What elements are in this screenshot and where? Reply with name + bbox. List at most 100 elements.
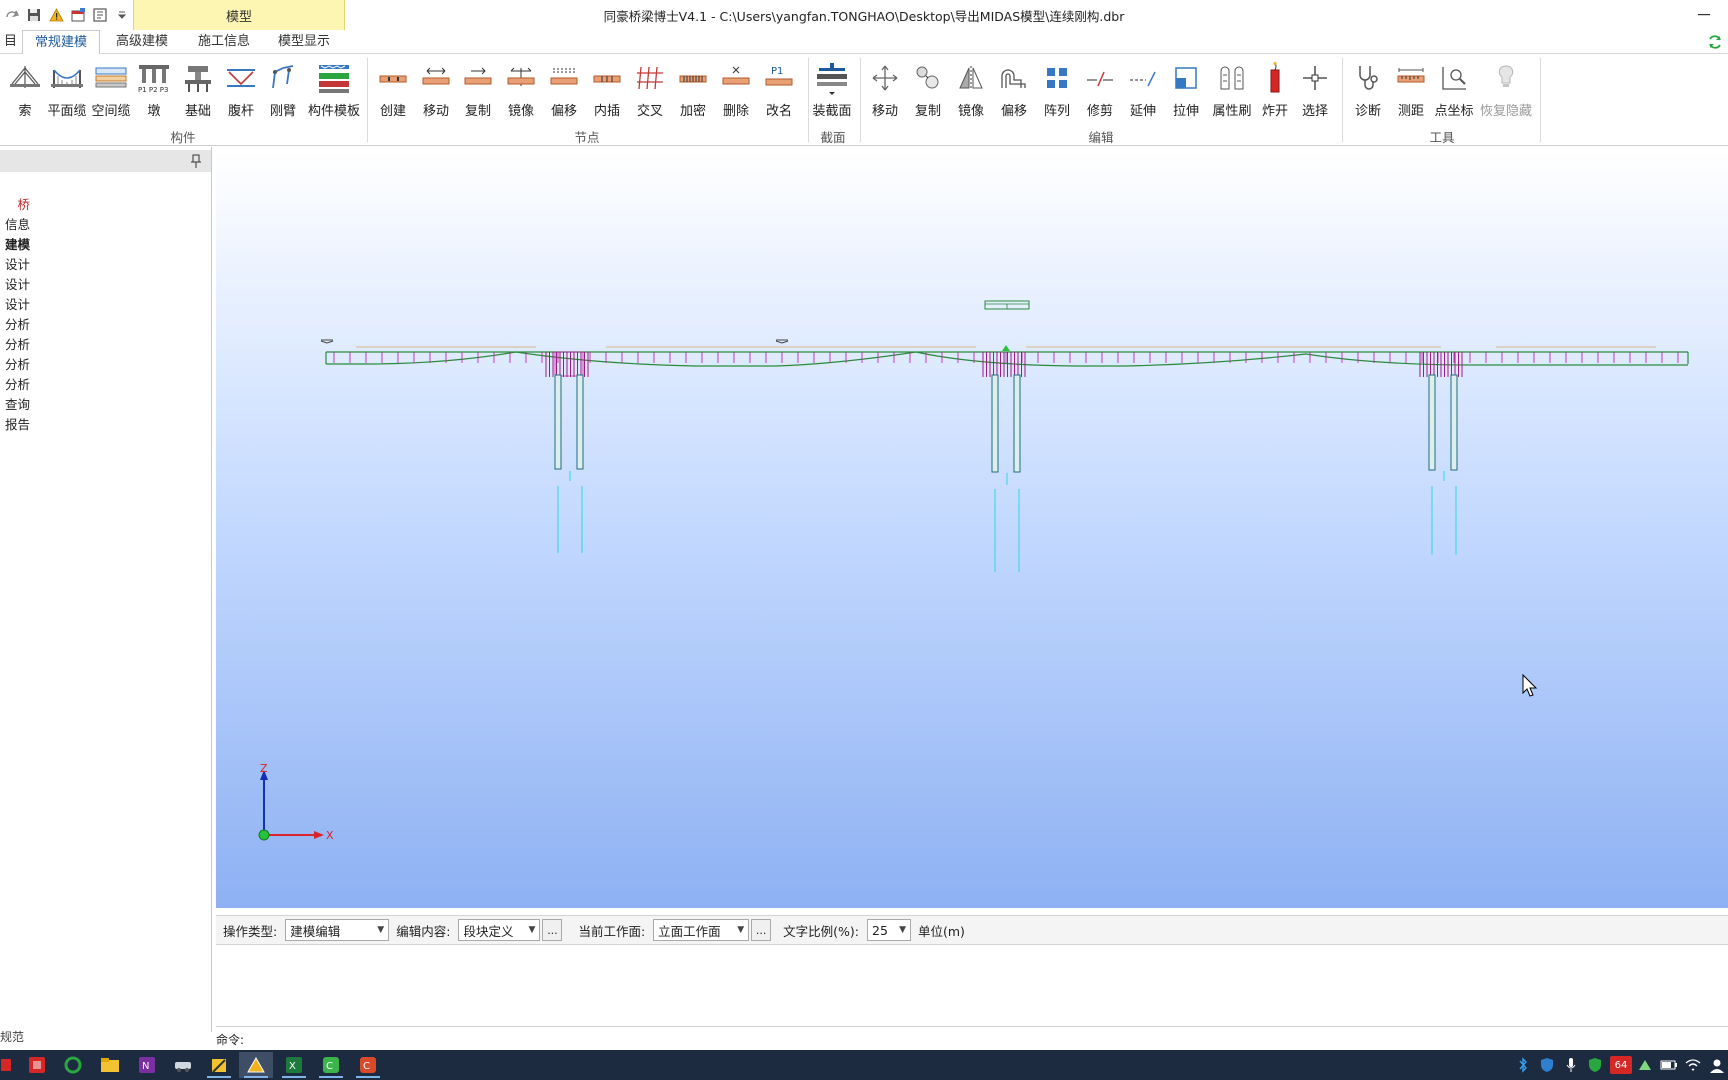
workplane-select[interactable]: 立面工作面 ▼ xyxy=(653,919,750,941)
cable-button[interactable]: 索 xyxy=(8,58,42,122)
redo-icon[interactable] xyxy=(4,7,20,23)
tree-item-analysis-4[interactable]: 分析 xyxy=(0,375,30,395)
edit-content-select[interactable]: 段块定义 ▼ xyxy=(458,919,541,941)
node-interpolate-button[interactable]: 内插 xyxy=(590,58,624,122)
excel-icon[interactable]: X xyxy=(277,1052,311,1078)
window-layout-icon[interactable] xyxy=(70,7,86,23)
tray-badge[interactable]: 64 xyxy=(1610,1056,1632,1074)
battery-icon[interactable] xyxy=(1660,1056,1678,1074)
pier-button[interactable]: P1 P2 P3 墩 xyxy=(137,58,171,122)
edit-array-button[interactable]: 阵列 xyxy=(1040,58,1074,122)
user-avatar-icon[interactable] xyxy=(1708,1056,1726,1074)
planar-cable-button[interactable]: 平面缆 xyxy=(47,58,87,122)
panel-header xyxy=(0,150,211,172)
model-viewport[interactable]: Z X xyxy=(216,151,1728,908)
command-input[interactable] xyxy=(244,1030,1728,1048)
node-mirror-icon xyxy=(504,58,538,98)
restore-hidden-button[interactable]: 恢复隐藏 xyxy=(1480,58,1532,122)
foundation-button[interactable]: 基础 xyxy=(181,58,215,122)
spatial-cable-button[interactable]: 空间缆 xyxy=(90,58,132,122)
edit-extend-button[interactable]: 延伸 xyxy=(1126,58,1160,122)
array-grid-icon xyxy=(1040,58,1074,98)
calculator-icon[interactable] xyxy=(92,7,108,23)
tab-construction-info[interactable]: 施工信息 xyxy=(186,30,262,54)
onenote-icon[interactable]: N xyxy=(130,1052,164,1078)
node-rename-button[interactable]: P1 改名 xyxy=(762,58,796,122)
pin-icon[interactable] xyxy=(189,153,203,169)
minimize-button[interactable] xyxy=(1694,5,1714,25)
edit-match-properties-button[interactable]: 属性刷 xyxy=(1212,58,1252,122)
text-scale-label: 文字比例(%): xyxy=(783,923,859,939)
tab-advanced-modeling[interactable]: 高级建模 xyxy=(104,30,180,54)
tree-item-design-3[interactable]: 设计 xyxy=(0,295,30,315)
taskbar-app-tools-icon[interactable] xyxy=(202,1052,236,1078)
edit-explode-button[interactable]: 炸开 xyxy=(1258,58,1292,122)
code-standard-label[interactable]: 规范 xyxy=(0,1028,24,1045)
node-move-button[interactable]: 移动 xyxy=(419,58,453,122)
camtasia-green-icon[interactable]: C xyxy=(314,1052,348,1078)
microphone-icon[interactable] xyxy=(1562,1056,1580,1074)
edit-stretch-button[interactable]: 拉伸 xyxy=(1169,58,1203,122)
component-template-button[interactable]: 构件模板 xyxy=(308,58,360,122)
camtasia-red-icon[interactable]: C xyxy=(351,1052,385,1078)
tree-item-analysis-3[interactable]: 分析 xyxy=(0,355,30,375)
edit-copy-button[interactable]: 复制 xyxy=(911,58,945,122)
tab-basic-modeling[interactable]: 常规建模 xyxy=(22,30,101,55)
node-intersect-button[interactable]: 交叉 xyxy=(633,58,667,122)
group-label-section: 截面 xyxy=(820,130,846,145)
edit-mirror-button[interactable]: 镜像 xyxy=(954,58,988,122)
node-densify-icon xyxy=(676,58,710,98)
warning-icon[interactable] xyxy=(48,7,64,23)
edit-offset-button[interactable]: 偏移 xyxy=(997,58,1031,122)
node-offset-button[interactable]: 偏移 xyxy=(547,58,581,122)
edit-select-button[interactable]: 选择 xyxy=(1298,58,1332,122)
tree-item-info[interactable]: 信息 xyxy=(0,215,30,235)
edit-move-button[interactable]: 移动 xyxy=(868,58,902,122)
taskbar-app-red-icon[interactable] xyxy=(20,1052,54,1078)
stretch-icon xyxy=(1169,58,1203,98)
output-window[interactable] xyxy=(216,945,1728,1027)
tree-item-report[interactable]: 报告 xyxy=(0,415,30,435)
tree-item-design-1[interactable]: 设计 xyxy=(0,255,30,275)
point-coordinate-button[interactable]: 点坐标 xyxy=(1434,58,1474,122)
diagnose-button[interactable]: 诊断 xyxy=(1351,58,1385,122)
assign-section-button[interactable]: 装截面 xyxy=(812,58,852,122)
node-densify-button[interactable]: 加密 xyxy=(676,58,710,122)
node-copy-button[interactable]: 复制 xyxy=(461,58,495,122)
wifi-icon[interactable] xyxy=(1684,1056,1702,1074)
tree-item-design-2[interactable]: 设计 xyxy=(0,275,30,295)
refresh-icon[interactable] xyxy=(1706,33,1724,51)
tab-model-display[interactable]: 模型显示 xyxy=(266,30,342,54)
taskbar-app-car-icon[interactable] xyxy=(166,1052,200,1078)
customize-qat-icon[interactable] xyxy=(114,7,130,23)
node-create-button[interactable]: 创建 xyxy=(376,58,410,122)
node-mirror-button[interactable]: 镜像 xyxy=(504,58,538,122)
context-tab-model[interactable]: 模型 xyxy=(133,0,345,30)
tree-item-bridge[interactable]: 桥 xyxy=(0,195,30,215)
tree-item-analysis-2[interactable]: 分析 xyxy=(0,335,30,355)
file-explorer-icon[interactable] xyxy=(93,1052,127,1078)
rigid-arm-button[interactable]: 刚臂 xyxy=(266,58,300,122)
edit-content-more-button[interactable]: ... xyxy=(542,919,563,941)
save-icon[interactable] xyxy=(26,7,42,23)
security-icon[interactable] xyxy=(1586,1056,1604,1074)
network-status-icon[interactable] xyxy=(1636,1056,1654,1074)
svg-text:X: X xyxy=(289,1061,296,1072)
edit-trim-button[interactable]: 修剪 xyxy=(1083,58,1117,122)
shield-icon[interactable] xyxy=(1538,1056,1556,1074)
node-delete-button[interactable]: 删除 xyxy=(719,58,753,122)
tree-item-query[interactable]: 查询 xyxy=(0,395,30,415)
taskbar-app-partial-icon[interactable] xyxy=(0,1052,20,1078)
ribbon-tab-strip: 目 常规建模 高级建模 施工信息 模型显示 xyxy=(0,30,1728,55)
tree-item-analysis-1[interactable]: 分析 xyxy=(0,315,30,335)
web-member-button[interactable]: 腹杆 xyxy=(224,58,258,122)
op-type-select[interactable]: 建模编辑 ▼ xyxy=(285,919,390,941)
bluetooth-icon[interactable] xyxy=(1514,1056,1532,1074)
taskbar-app-green-icon[interactable] xyxy=(56,1052,90,1078)
measure-distance-button[interactable]: 测距 xyxy=(1394,58,1428,122)
text-scale-select[interactable]: 25 ▼ xyxy=(867,919,911,941)
bridge-doctor-app-icon[interactable] xyxy=(239,1052,273,1078)
tree-item-modeling[interactable]: 建模 xyxy=(0,235,30,255)
workplane-more-button[interactable]: ... xyxy=(751,919,772,941)
edit-content-label: 编辑内容: xyxy=(396,923,451,939)
